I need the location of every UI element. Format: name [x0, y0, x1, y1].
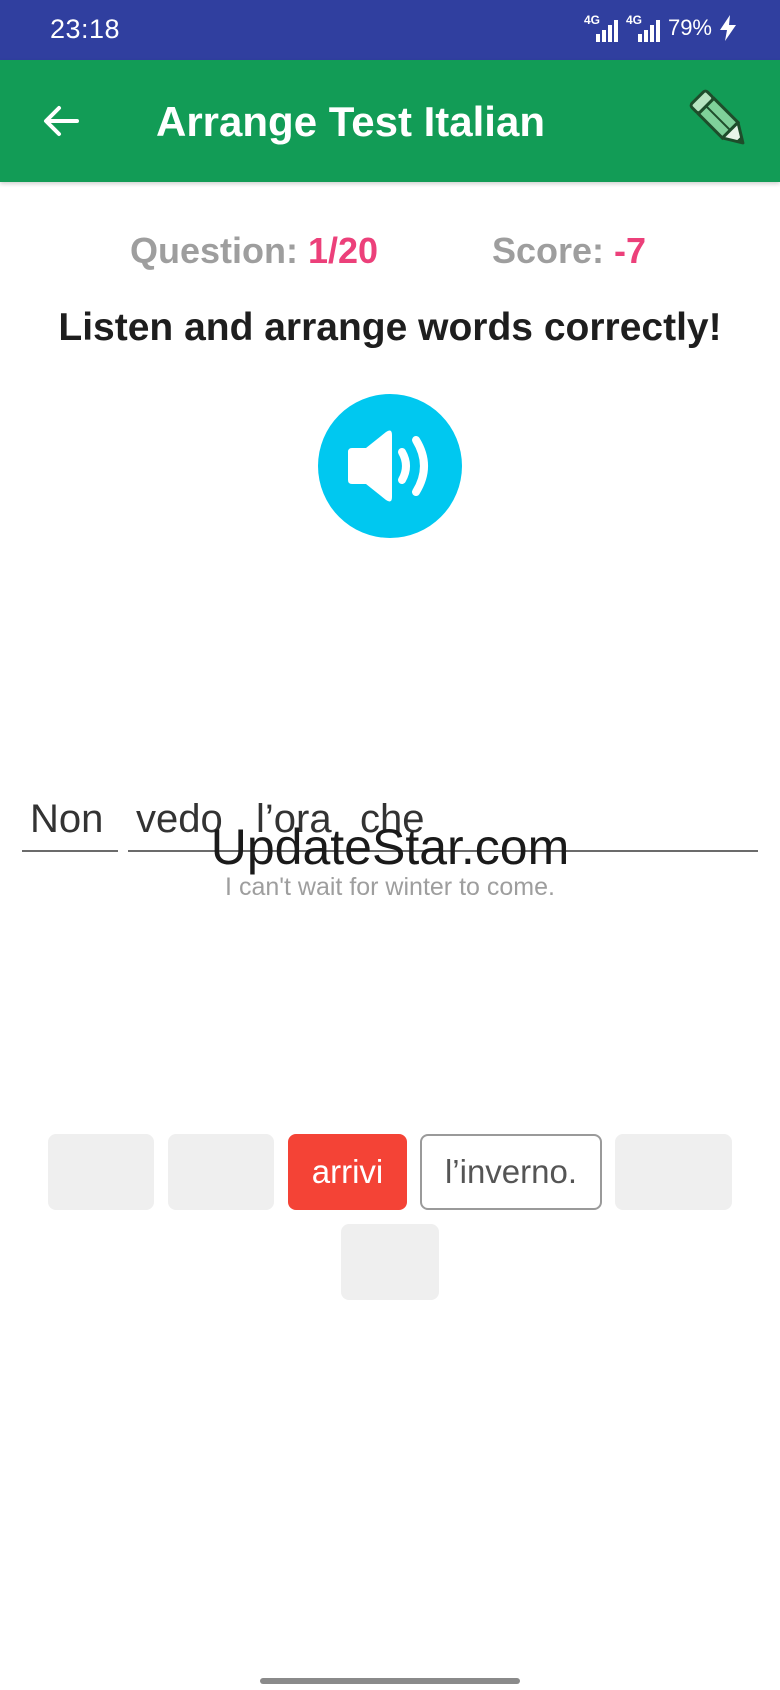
signal-icon: 4G	[626, 14, 660, 42]
question-value: 1/20	[308, 230, 379, 271]
score-label: Score:	[492, 230, 615, 271]
page-title: Arrange Test Italian	[156, 98, 545, 145]
answer-word[interactable]: che	[360, 797, 425, 842]
speaker-volume-icon	[348, 430, 428, 502]
question-counter: Question: 1/20	[130, 230, 378, 272]
edit-button[interactable]	[686, 86, 756, 156]
score-counter: Score: -7	[492, 230, 646, 272]
arrange-test-screen: 23:18 4G 4G 79% Arrange Test Italian Que…	[0, 0, 780, 1690]
word-tile[interactable]: l’inverno.	[420, 1134, 602, 1210]
answer-word[interactable]: Non	[30, 797, 103, 842]
word-tile-used	[168, 1134, 274, 1210]
battery-percentage: 79%	[667, 15, 712, 40]
status-indicators: 4G 4G 79%	[584, 14, 736, 42]
instruction-text: Listen and arrange words correctly!	[58, 306, 722, 349]
play-audio-button[interactable]	[318, 394, 462, 538]
translation-text: I can't wait for winter to come.	[225, 873, 555, 901]
arrow-left-icon	[44, 106, 79, 136]
answer-line: Non vedo l’ora che	[22, 786, 758, 852]
signal-icon: 4G	[584, 14, 618, 42]
answer-word[interactable]: vedo	[136, 797, 223, 842]
app-bar: Arrange Test Italian	[0, 60, 780, 182]
pencil-icon	[689, 89, 745, 145]
answer-word[interactable]: l’ora	[256, 797, 332, 842]
word-tile-used	[341, 1224, 439, 1300]
status-bar: 23:18 4G 4G 79%	[0, 0, 780, 60]
charging-bolt-icon	[720, 15, 736, 41]
home-indicator[interactable]	[260, 1678, 520, 1684]
status-time: 23:18	[50, 14, 121, 44]
question-label: Question:	[130, 230, 308, 271]
word-tile-wrong[interactable]: arrivi	[288, 1134, 407, 1210]
score-value: -7	[614, 230, 647, 271]
back-button[interactable]	[36, 96, 86, 146]
word-tile-used	[48, 1134, 154, 1210]
word-tile-used	[615, 1134, 732, 1210]
